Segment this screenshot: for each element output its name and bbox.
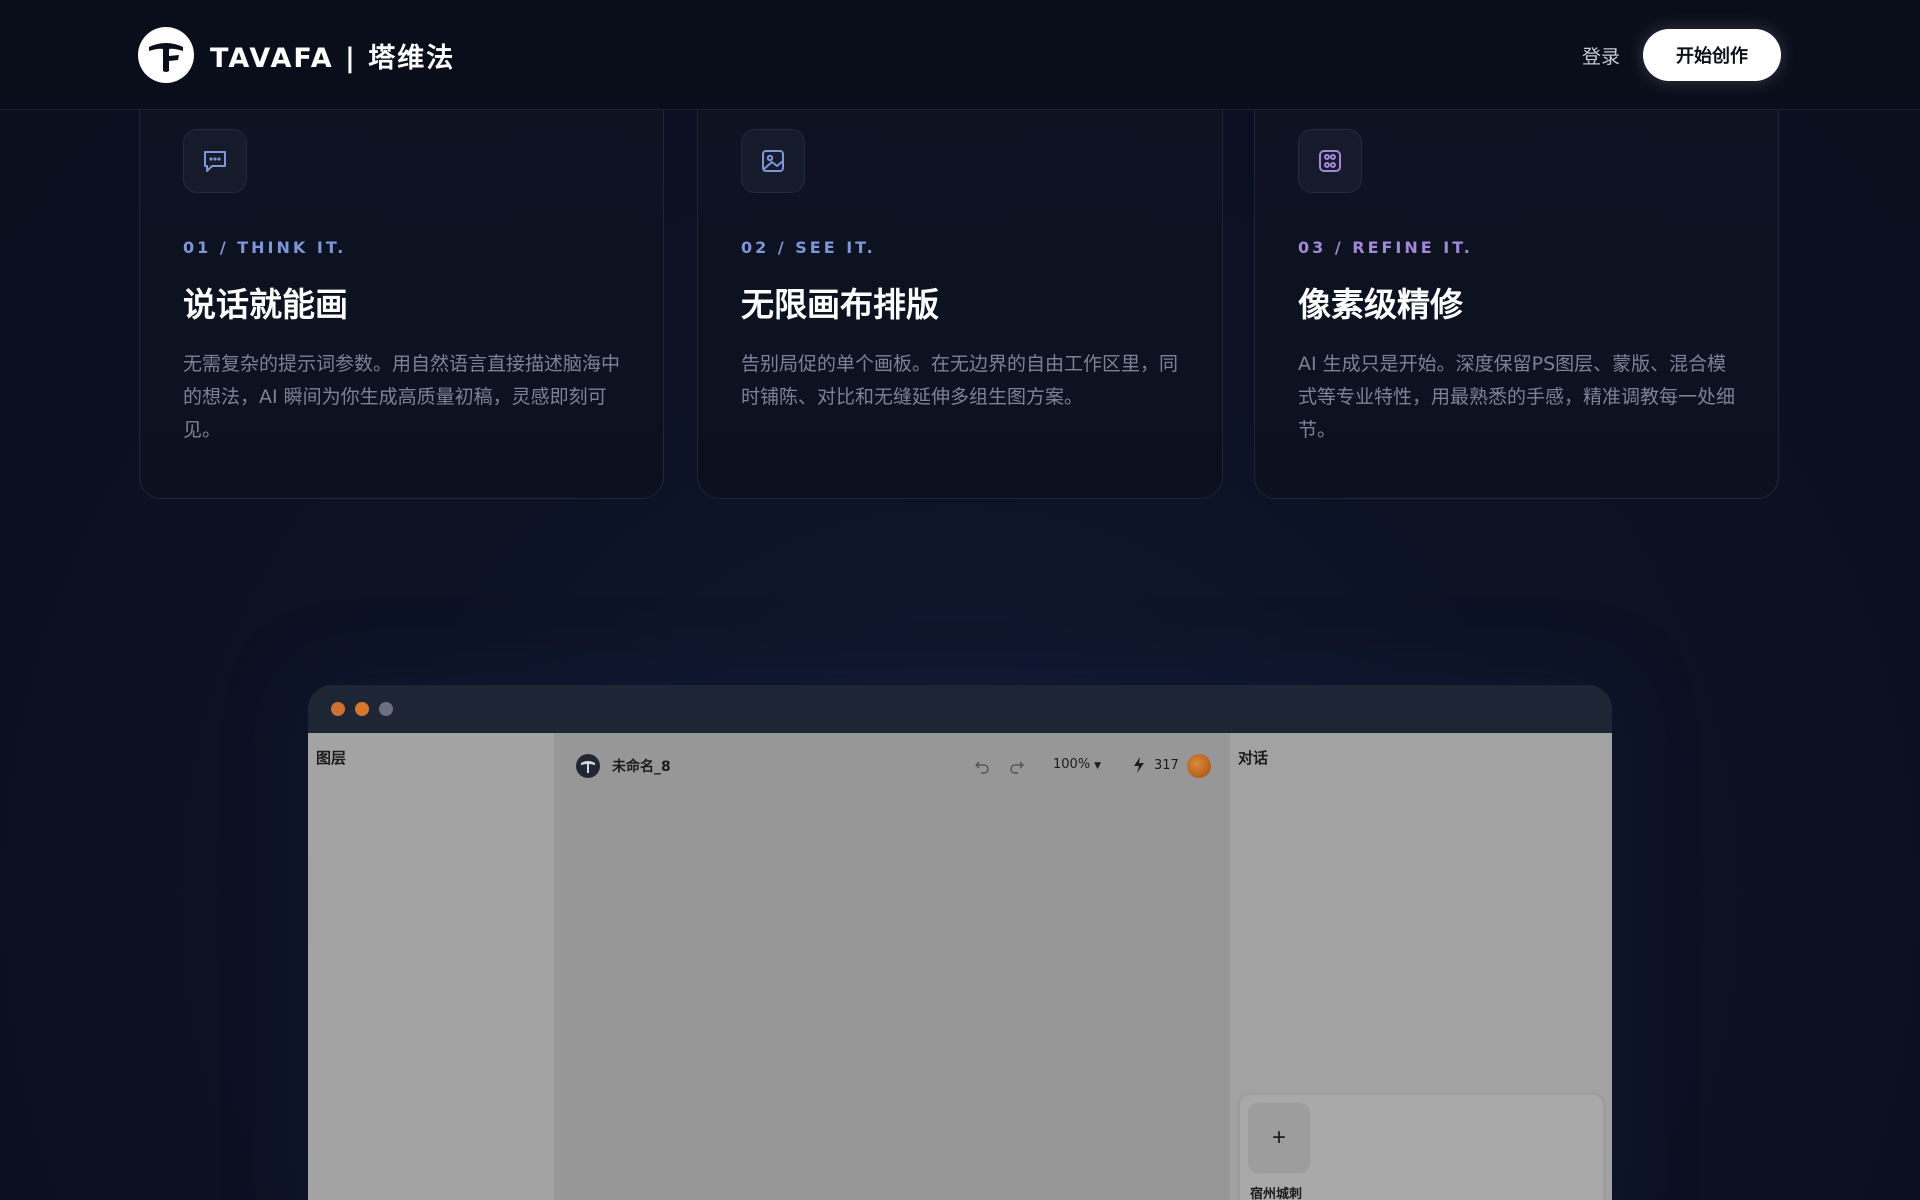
feature-card-think: 01 / THINK IT. 说话就能画 无需复杂的提示词参数。用自然语言直接描…: [139, 70, 664, 499]
credits-count: 317: [1154, 758, 1179, 773]
zoom-value: 100%: [1053, 757, 1091, 772]
window-minimize-dot: [355, 702, 369, 716]
document-name[interactable]: 未命名_8: [612, 756, 671, 776]
site-header: TAVAFA | 塔维法 登录 开始创作: [0, 0, 1920, 110]
chat-input-box[interactable]: + 宿州城刺: [1240, 1095, 1603, 1200]
feature-card-see: 02 / SEE IT. 无限画布排版 告别局促的单个画板。在无边界的自由工作区…: [697, 70, 1223, 499]
brand-name: TAVAFA | 塔维法: [210, 42, 456, 74]
feature-step: 01 / THINK IT.: [183, 238, 347, 257]
chat-panel: 对话 + 宿州城刺: [1230, 733, 1612, 1200]
redo-icon[interactable]: [1008, 757, 1026, 775]
feature-title: 说话就能画: [183, 285, 348, 324]
window-close-dot: [331, 702, 345, 716]
user-avatar[interactable]: [1187, 754, 1211, 778]
chat-bubble-icon: [183, 129, 247, 193]
app-workspace: 图层 未命名_8 100% ▼ 317 对话 + 宿州城刺: [308, 733, 1612, 1200]
image-icon: [741, 129, 805, 193]
chevron-down-icon: ▼: [1094, 761, 1102, 771]
bolt-icon: [1134, 757, 1144, 773]
feature-description: AI 生成只是开始。深度保留PS图层、蒙版、混合模式等专业特性，用最熟悉的手感，…: [1298, 353, 1736, 441]
feature-title: 无限画布排版: [741, 285, 939, 324]
feature-step: 03 / REFINE IT.: [1298, 238, 1473, 257]
start-creating-button[interactable]: 开始创作: [1643, 29, 1781, 81]
brand-logo[interactable]: TAVAFA | 塔维法: [138, 26, 455, 84]
undo-icon[interactable]: [973, 757, 991, 775]
canvas-area: 未命名_8 100% ▼ 317: [554, 733, 1230, 1200]
window-titlebar: [308, 685, 1612, 732]
app-preview-window: 图层 未命名_8 100% ▼ 317 对话 + 宿州城刺: [308, 685, 1612, 1200]
app-logo-icon: [576, 754, 600, 778]
login-link[interactable]: 登录: [1582, 42, 1620, 69]
layers-panel: 图层: [308, 733, 554, 1200]
window-maximize-dot: [379, 702, 393, 716]
logo-icon: [138, 27, 194, 83]
add-attachment-button[interactable]: +: [1248, 1103, 1310, 1173]
feature-description: 无需复杂的提示词参数。用自然语言直接描述脑海中的想法，AI 瞬间为你生成高质量初…: [183, 353, 621, 441]
chat-panel-title: 对话: [1238, 749, 1269, 767]
zoom-dropdown[interactable]: 100% ▼: [1053, 757, 1101, 772]
feature-title: 像素级精修: [1298, 285, 1463, 324]
layers-adjust-icon: [1298, 129, 1362, 193]
layers-panel-title: 图层: [316, 749, 347, 767]
feature-step: 02 / SEE IT.: [741, 238, 876, 257]
feature-card-refine: 03 / REFINE IT. 像素级精修 AI 生成只是开始。深度保留PS图层…: [1254, 70, 1779, 499]
feature-description: 告别局促的单个画板。在无边界的自由工作区里，同时铺陈、对比和无缝延伸多组生图方案…: [741, 353, 1179, 408]
attachment-label: 宿州城刺: [1250, 1187, 1303, 1200]
